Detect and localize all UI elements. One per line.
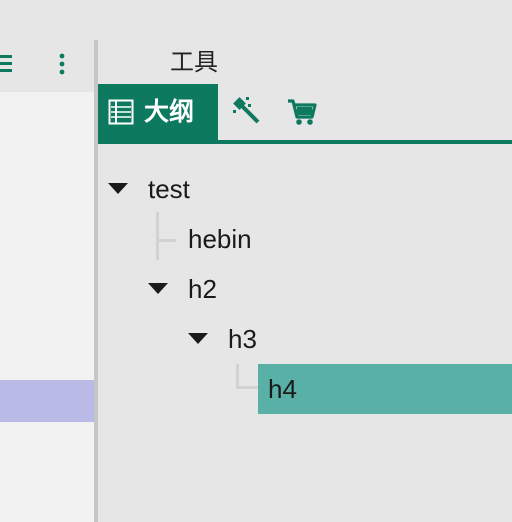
left-toolbar [0, 0, 94, 92]
left-pane [0, 0, 94, 522]
kebab-icon[interactable] [55, 52, 69, 76]
tree-node-hebin[interactable]: hebin [188, 214, 252, 264]
tree-connector [236, 364, 239, 388]
tree-node-test[interactable]: test [148, 164, 190, 214]
tree-node-h4[interactable]: h4 [258, 364, 512, 414]
caret-down-icon[interactable] [188, 333, 208, 344]
caret-down-icon[interactable] [148, 283, 168, 294]
list-icon[interactable] [0, 55, 12, 73]
tree-connector [156, 212, 159, 260]
right-pane: 工具 大纲 test hebin h2 h3 h4 [98, 0, 512, 522]
tree-node-h3[interactable]: h3 [228, 314, 257, 364]
tree-node-h2[interactable]: h2 [188, 264, 217, 314]
outline-icon [108, 99, 134, 125]
cart-icon[interactable] [286, 96, 318, 128]
tab-bar: 大纲 [98, 84, 512, 144]
panel-title: 工具 [170, 48, 218, 76]
magic-wand-icon[interactable] [232, 96, 262, 126]
caret-down-icon[interactable] [108, 183, 128, 194]
tab-underline [98, 140, 512, 144]
tree-connector [156, 239, 176, 242]
tree-connector [236, 386, 258, 389]
tab-outline[interactable]: 大纲 [98, 84, 218, 140]
left-selected-row[interactable] [0, 380, 94, 422]
tab-outline-label: 大纲 [144, 97, 195, 126]
